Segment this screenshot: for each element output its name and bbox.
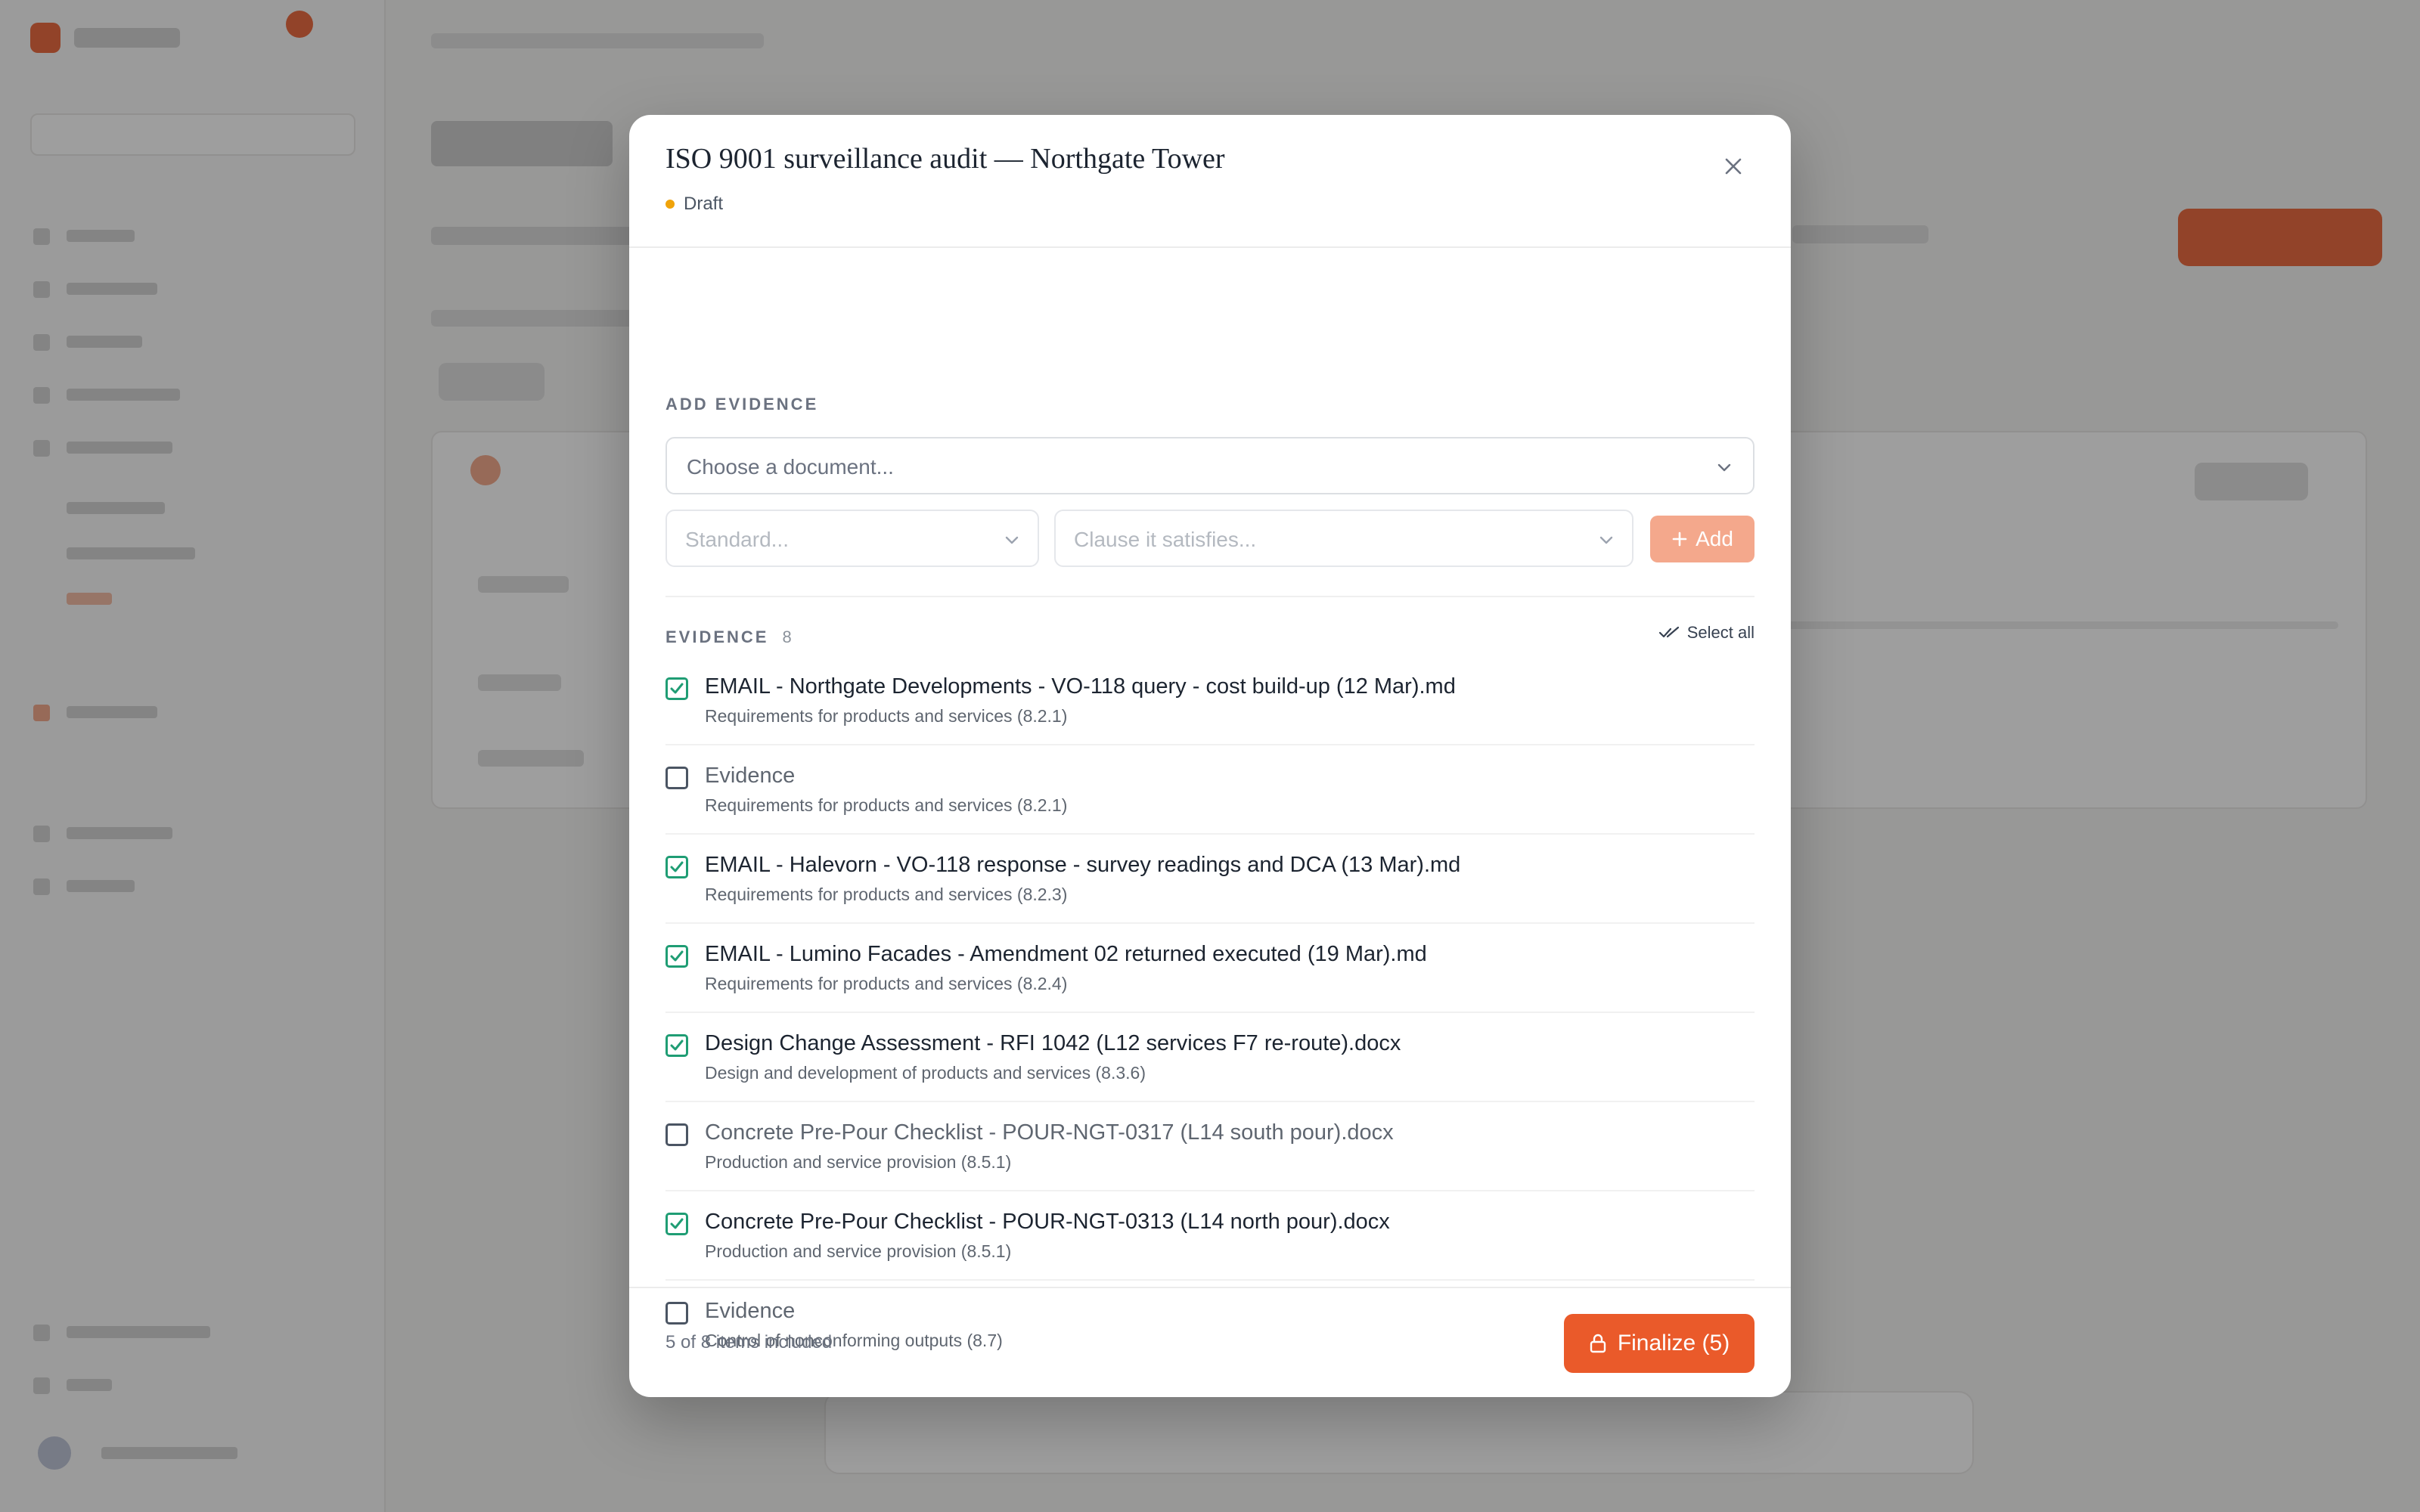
evidence-title: EMAIL - Lumino Facades - Amendment 02 re… bbox=[705, 942, 1427, 966]
evidence-title: Design Change Assessment - RFI 1042 (L12… bbox=[705, 1031, 1401, 1055]
clause-select[interactable]: Clause it satisfies... bbox=[1054, 510, 1634, 567]
plus-icon bbox=[1672, 531, 1687, 547]
evidence-header: EVIDENCE 8 bbox=[666, 627, 794, 647]
clause-select-placeholder: Clause it satisfies... bbox=[1074, 528, 1257, 551]
checkmark-icon bbox=[670, 861, 684, 872]
checkmark-icon bbox=[670, 950, 684, 962]
add-button-label: Add bbox=[1696, 527, 1733, 550]
evidence-count: 8 bbox=[782, 627, 794, 646]
modal-title: ISO 9001 surveillance audit — Northgate … bbox=[666, 143, 1225, 175]
status-label: Draft bbox=[684, 194, 724, 214]
evidence-item[interactable]: EMAIL - Northgate Developments - VO-118 … bbox=[666, 656, 1754, 745]
standard-select[interactable]: Standard... bbox=[666, 510, 1039, 567]
checkmark-icon bbox=[670, 683, 684, 694]
evidence-item[interactable]: Design Change Assessment - RFI 1042 (L12… bbox=[666, 1013, 1754, 1102]
select-all-button[interactable]: Select all bbox=[1658, 623, 1754, 643]
evidence-title: Concrete Pre-Pour Checklist - POUR-NGT-0… bbox=[705, 1120, 1394, 1145]
chevron-down-icon bbox=[1717, 463, 1731, 472]
checkbox-checked[interactable] bbox=[666, 856, 688, 878]
evidence-clause: Requirements for products and services (… bbox=[705, 974, 1068, 993]
lock-icon bbox=[1590, 1334, 1606, 1353]
modal-header: ISO 9001 surveillance audit — Northgate … bbox=[629, 115, 1791, 248]
evidence-item[interactable]: Evidence Requirements for products and se… bbox=[666, 745, 1754, 835]
section-divider bbox=[666, 596, 1754, 597]
evidence-clause: Requirements for products and services (… bbox=[705, 706, 1068, 726]
double-check-icon bbox=[1658, 626, 1679, 638]
close-icon bbox=[1725, 158, 1742, 175]
checkbox-checked[interactable] bbox=[666, 677, 688, 700]
evidence-item[interactable]: Concrete Pre-Pour Checklist - POUR-NGT-0… bbox=[666, 1191, 1754, 1281]
chevron-down-icon bbox=[1005, 536, 1019, 544]
evidence-item[interactable]: EMAIL - Halevorn - VO-118 response - sur… bbox=[666, 835, 1754, 924]
evidence-modal: ISO 9001 surveillance audit — Northgate … bbox=[629, 115, 1791, 1397]
checkmark-icon bbox=[670, 1218, 684, 1229]
evidence-clause: Production and service provision (8.5.1) bbox=[705, 1241, 1012, 1261]
finalize-button[interactable]: Finalize (5) bbox=[1564, 1314, 1754, 1373]
checkbox-unchecked[interactable] bbox=[666, 1123, 688, 1146]
evidence-item[interactable]: Concrete Pre-Pour Checklist - POUR-NGT-0… bbox=[666, 1102, 1754, 1191]
evidence-list: EMAIL - Northgate Developments - VO-118 … bbox=[666, 656, 1754, 1370]
status-dot-icon bbox=[666, 200, 675, 209]
finalize-label: Finalize (5) bbox=[1617, 1331, 1730, 1356]
evidence-title: Evidence bbox=[705, 764, 796, 788]
evidence-clause: Requirements for products and services (… bbox=[705, 885, 1068, 904]
evidence-label: EVIDENCE bbox=[666, 627, 769, 646]
evidence-item[interactable]: EMAIL - Lumino Facades - Amendment 02 re… bbox=[666, 924, 1754, 1013]
checkbox-checked[interactable] bbox=[666, 1034, 688, 1057]
close-button[interactable] bbox=[1718, 151, 1748, 181]
evidence-clause: Production and service provision (8.5.1) bbox=[705, 1152, 1012, 1172]
evidence-title: Concrete Pre-Pour Checklist - POUR-NGT-0… bbox=[705, 1210, 1390, 1234]
evidence-clause: Design and development of products and s… bbox=[705, 1063, 1146, 1083]
modal-footer: 5 of 8 items included Finalize (5) bbox=[629, 1287, 1791, 1397]
add-evidence-label: ADD EVIDENCE bbox=[666, 395, 819, 414]
included-count: 5 of 8 items included bbox=[666, 1332, 833, 1352]
document-select-placeholder: Choose a document... bbox=[687, 455, 894, 479]
evidence-clause: Requirements for products and services (… bbox=[705, 795, 1068, 815]
select-all-label: Select all bbox=[1686, 623, 1754, 642]
add-evidence-button[interactable]: Add bbox=[1650, 516, 1754, 562]
status-badge: Draft bbox=[666, 194, 723, 215]
checkbox-checked[interactable] bbox=[666, 945, 688, 968]
evidence-title: EMAIL - Northgate Developments - VO-118 … bbox=[705, 674, 1456, 699]
checkbox-unchecked[interactable] bbox=[666, 767, 688, 789]
checkbox-checked[interactable] bbox=[666, 1213, 688, 1235]
evidence-title: EMAIL - Halevorn - VO-118 response - sur… bbox=[705, 853, 1461, 877]
document-select[interactable]: Choose a document... bbox=[666, 437, 1754, 494]
standard-select-placeholder: Standard... bbox=[685, 528, 789, 551]
chevron-down-icon bbox=[1599, 536, 1613, 544]
checkmark-icon bbox=[670, 1040, 684, 1051]
